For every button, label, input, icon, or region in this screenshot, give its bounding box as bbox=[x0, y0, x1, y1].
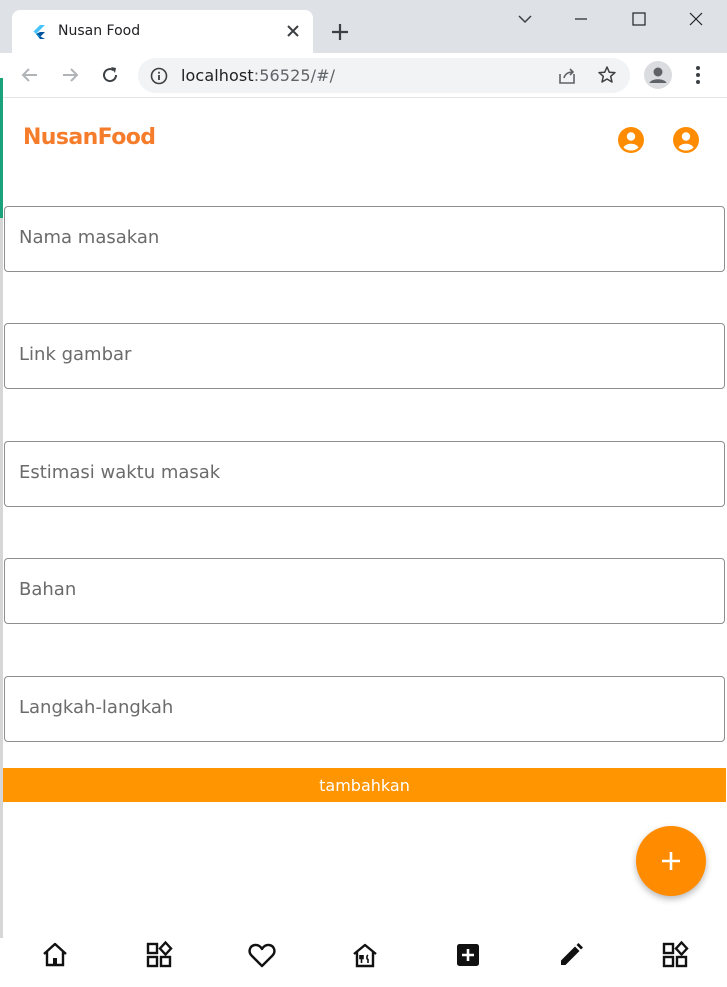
restaurant-icon[interactable] bbox=[349, 939, 381, 971]
back-icon[interactable] bbox=[18, 63, 42, 87]
window-close-icon[interactable] bbox=[683, 8, 709, 30]
field-placeholder: Nama masakan bbox=[19, 227, 160, 248]
url-path: :56525/#/ bbox=[253, 66, 336, 85]
forward-icon[interactable] bbox=[58, 63, 82, 87]
address-bar[interactable]: localhost:56525/#/ bbox=[138, 58, 630, 93]
image-link-field[interactable]: Link gambar bbox=[4, 323, 725, 389]
tab-search-icon[interactable] bbox=[512, 8, 538, 30]
field-placeholder: Link gambar bbox=[19, 344, 132, 365]
more-vert-icon[interactable] bbox=[688, 63, 708, 87]
info-icon[interactable] bbox=[150, 67, 168, 85]
add-icon bbox=[662, 852, 680, 870]
app-logo: NusanFood bbox=[23, 125, 156, 150]
steps-field[interactable]: Langkah-langkah bbox=[4, 676, 725, 742]
category-icon[interactable] bbox=[143, 939, 175, 971]
home-icon[interactable] bbox=[39, 939, 71, 971]
person-icon bbox=[649, 67, 667, 83]
account-circle-icon[interactable] bbox=[672, 126, 700, 154]
star-icon[interactable] bbox=[597, 65, 617, 85]
browser-toolbar: localhost:56525/#/ bbox=[0, 53, 727, 98]
url-host: localhost bbox=[181, 66, 254, 85]
cook-time-field[interactable]: Estimasi waktu masak bbox=[4, 441, 725, 507]
flutter-icon bbox=[33, 25, 45, 39]
new-tab-icon[interactable] bbox=[328, 20, 352, 44]
field-placeholder: Bahan bbox=[19, 579, 77, 600]
heart-icon[interactable] bbox=[246, 939, 278, 971]
recipe-name-field[interactable]: Nama masakan bbox=[4, 206, 725, 272]
category-icon[interactable] bbox=[659, 939, 691, 971]
edit-icon[interactable] bbox=[555, 939, 587, 971]
profile-avatar[interactable] bbox=[644, 61, 672, 89]
tab-title: Nusan Food bbox=[58, 23, 141, 39]
maximize-icon[interactable] bbox=[626, 8, 652, 30]
field-placeholder: Estimasi waktu masak bbox=[19, 462, 221, 483]
fab-add-button[interactable] bbox=[636, 826, 706, 896]
account-circle-icon[interactable] bbox=[617, 126, 645, 154]
add-box-icon[interactable] bbox=[452, 939, 484, 971]
ingredients-field[interactable]: Bahan bbox=[4, 558, 725, 624]
url-text: localhost:56525/#/ bbox=[181, 66, 335, 85]
add-recipe-button[interactable]: tambahkan bbox=[3, 768, 726, 802]
reload-icon[interactable] bbox=[98, 63, 122, 87]
close-icon[interactable] bbox=[284, 22, 302, 40]
minimize-icon[interactable] bbox=[568, 8, 594, 30]
browser-tab[interactable]: Nusan Food bbox=[12, 10, 313, 53]
add-recipe-button-label: tambahkan bbox=[319, 776, 410, 795]
app-root: NusanFood Nama masakan Link gambar Estim… bbox=[3, 99, 726, 987]
bottom-navigation bbox=[3, 927, 726, 987]
share-icon[interactable] bbox=[557, 66, 577, 86]
field-placeholder: Langkah-langkah bbox=[19, 697, 174, 718]
browser-titlebar: Nusan Food bbox=[0, 0, 727, 53]
